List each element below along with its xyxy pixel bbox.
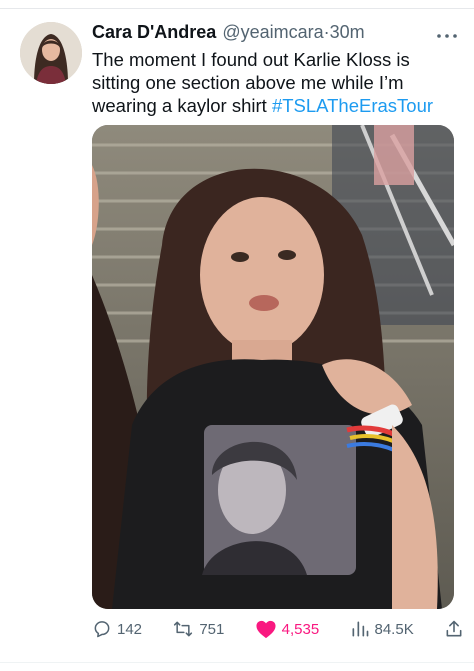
share-icon: [446, 620, 462, 637]
retweet-button[interactable]: 751: [172, 619, 224, 639]
author-name[interactable]: Cara D'Andrea: [92, 22, 216, 43]
retweet-icon: [174, 621, 193, 637]
selfie-photo: [92, 125, 454, 609]
reply-count: 142: [117, 620, 143, 638]
tweet-header: Cara D'Andrea @yeaimcara · 30m: [92, 22, 434, 46]
like-button[interactable]: 4,535: [255, 619, 320, 639]
heart-icon: [256, 620, 276, 639]
views-button[interactable]: 84.5K: [350, 619, 414, 639]
views-count: 84.5K: [374, 620, 414, 638]
bottom-divider: [0, 662, 474, 663]
avatar[interactable]: [20, 22, 82, 84]
share-button[interactable]: [444, 619, 464, 639]
avatar-image: [20, 22, 82, 84]
top-divider: [0, 8, 474, 9]
tweet-photo[interactable]: [92, 125, 454, 609]
timestamp[interactable]: 30m: [330, 22, 365, 43]
tweet-text: The moment I found out Karlie Kloss is s…: [92, 48, 462, 117]
like-count: 4,535: [281, 620, 320, 638]
reply-button[interactable]: 142: [92, 619, 142, 639]
more-options-button[interactable]: [436, 24, 458, 45]
views-icon: [352, 621, 368, 637]
action-bar: 142 751 4,535 84.5K: [92, 616, 464, 642]
author-handle[interactable]: @yeaimcara: [222, 22, 323, 43]
hashtag-link[interactable]: #TSLATheErasTour: [272, 95, 433, 116]
reply-icon: [94, 621, 110, 638]
retweet-count: 751: [199, 620, 225, 638]
more-horizontal-icon: [437, 34, 457, 38]
